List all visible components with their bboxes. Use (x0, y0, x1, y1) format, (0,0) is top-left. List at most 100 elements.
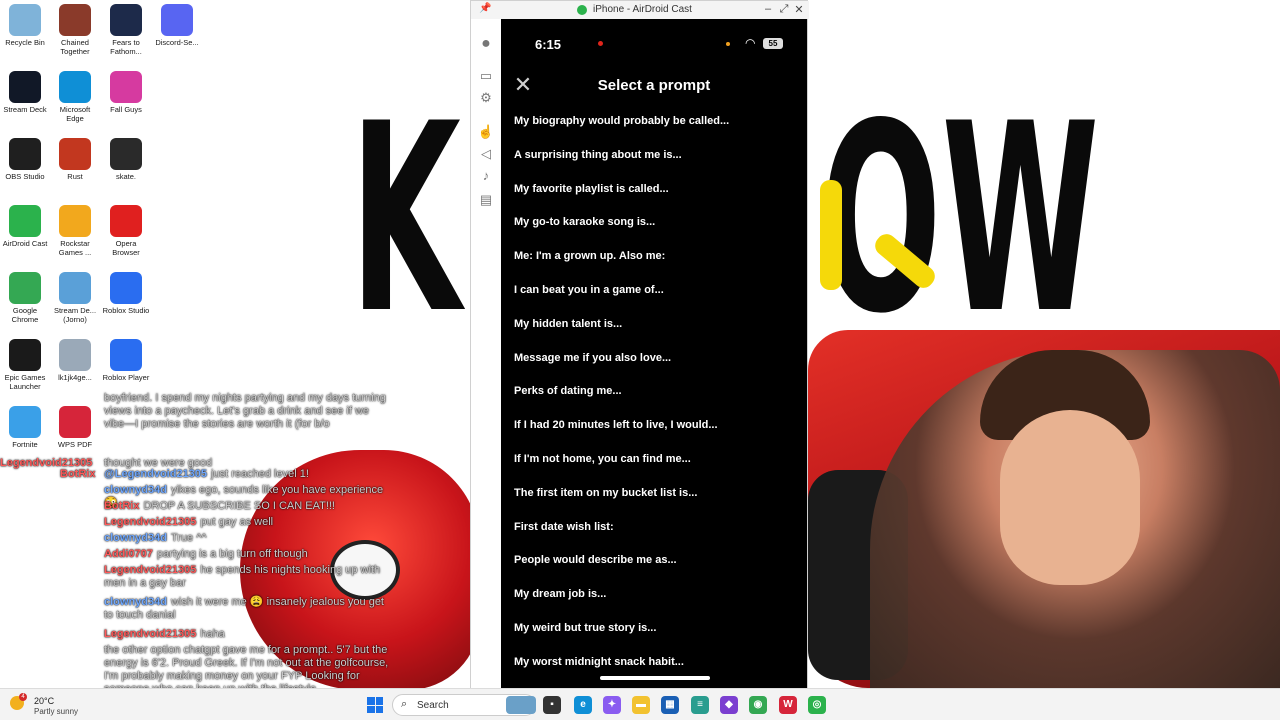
prompt-option[interactable]: Me: I'm a grown up. Also me: (514, 250, 665, 270)
mic-mute-icon[interactable]: ♪ (477, 167, 495, 185)
prompt-option[interactable]: First date wish list: (514, 521, 614, 541)
taskbar: 4 20°C Partly sunny ⌕ Search ▪ e ✦ ▬ ▦ ≡… (0, 688, 1280, 720)
desktop-icon[interactable]: Microsoft Edge (50, 67, 100, 123)
prompt-option[interactable]: My go-to karaoke song is... (514, 216, 655, 236)
fullscreen-icon[interactable]: ▤ (477, 191, 495, 209)
phone-screen: 6:15 ◠ 55 ✕ Select a prompt My biography… (501, 19, 807, 688)
window-title: iPhone - AirDroid Cast (593, 4, 692, 15)
roblox-icon (110, 339, 142, 371)
desktop-icon-label: Discord-Se... (155, 38, 199, 47)
wps-icon[interactable]: W (779, 696, 797, 714)
desktop-icon-label: Epic Games Launcher (4, 373, 46, 391)
prompt-option[interactable]: People would describe me as... (514, 554, 677, 574)
chat-text: boyfriend. I spend my nights partying an… (104, 392, 386, 430)
desktop-icon-label: Rust (67, 172, 83, 181)
chat-username: Addi0707 (104, 548, 153, 560)
edge-icon (59, 71, 91, 103)
desktop-icon[interactable]: Fall Guys (101, 67, 151, 114)
window-titlebar[interactable]: 📌 iPhone - AirDroid Cast – ⤢ ✕ (471, 1, 809, 19)
desktop-icon[interactable]: Rockstar Games ... (50, 201, 100, 257)
desktop-icon[interactable]: lk1jk4ge... (50, 335, 100, 382)
screen-icon[interactable]: ▭ (477, 67, 495, 85)
desktop-icon[interactable]: Fears to Fathom... (101, 0, 151, 56)
prompt-option[interactable]: My dream job is... (514, 588, 606, 608)
recording-dot-icon (598, 41, 603, 46)
prompt-option[interactable]: If I'm not home, you can find me... (514, 453, 691, 473)
start-button[interactable] (367, 697, 383, 713)
file-explorer-icon[interactable]: ▬ (632, 696, 650, 714)
prompt-option[interactable]: Message me if you also love... (514, 352, 671, 372)
desktop-icon[interactable]: Recycle Bin (0, 0, 50, 47)
desktop-icon[interactable]: Rust (50, 134, 100, 181)
desktop-icon-label: Fears to Fathom... (110, 38, 142, 56)
weather-condition: Partly sunny (34, 707, 79, 716)
chat-text: DROP A SUBSCRIBE SO I CAN EAT!!! (143, 500, 335, 512)
prompt-option[interactable]: If I had 20 minutes left to live, I woul… (514, 419, 718, 439)
desktop-icon[interactable]: skate. (101, 134, 151, 181)
airdroid-icon[interactable]: ◎ (808, 696, 826, 714)
desktop-icon[interactable]: AirDroid Cast (0, 201, 50, 248)
prompt-option[interactable]: The first item on my bucket list is... (514, 487, 697, 507)
screen-title: Select a prompt (597, 77, 711, 94)
prompt-option[interactable]: My favorite playlist is called... (514, 183, 669, 203)
app-icon[interactable]: ◆ (720, 696, 738, 714)
chat-message: Legendvoid21305 he spends his nights hook… (104, 564, 390, 590)
search-highlight-icon[interactable] (506, 696, 536, 714)
maximize-button[interactable]: ⤢ (777, 3, 791, 16)
desktop-icon[interactable]: Chained Together (50, 0, 100, 56)
discord-icon (161, 4, 193, 36)
speaker-mute-icon[interactable]: ◁ (477, 145, 495, 163)
prompt-option[interactable]: My weird but true story is... (514, 622, 656, 642)
desktop-icon[interactable]: Epic Games Launcher (0, 335, 50, 391)
store-icon[interactable]: ▦ (661, 696, 679, 714)
chat-text: haha (200, 628, 225, 640)
task-view-icon[interactable]: ▪ (543, 696, 561, 714)
chat-message: Addi0707 partying is a big turn off thoug… (104, 548, 390, 561)
game-icon (59, 138, 91, 170)
chat-text: partying is a big turn off though (156, 548, 308, 560)
desktop-icon-label: skate. (115, 172, 136, 181)
obs-icon (9, 138, 41, 170)
notes-icon[interactable]: ≡ (691, 696, 709, 714)
chrome-icon (9, 272, 41, 304)
touch-control-icon[interactable]: ☝ (477, 123, 495, 141)
copilot-icon[interactable]: ✦ (603, 696, 621, 714)
search-icon: ⌕ (401, 698, 408, 710)
pin-icon[interactable]: 📌 (479, 3, 491, 14)
prompt-option[interactable]: I can beat you in a game of... (514, 284, 664, 304)
desktop-icon[interactable]: Discord-Se... (152, 0, 202, 47)
airdroid-toolbar: ● ▭ ⚙ ☝ ◁ ♪ ▤ (471, 19, 501, 689)
desktop-icon[interactable]: Opera Browser (101, 201, 151, 257)
chat-message: Legendvoid21305 haha (104, 628, 390, 641)
chat-overlay: boyfriend. I spend my nights partying an… (0, 392, 390, 688)
desktop-icon[interactable]: Roblox Studio (101, 268, 151, 315)
desktop-icon-label: Rockstar Games ... (58, 239, 92, 257)
chrome-icon[interactable]: ◉ (749, 696, 767, 714)
minimize-button[interactable]: – (761, 3, 775, 15)
desktop-icon-label: Roblox Player (102, 373, 150, 382)
chat-message: BotRix (60, 468, 390, 481)
chat-username: clownyd34d (104, 532, 167, 544)
desktop-icon[interactable]: Stream Deck (0, 67, 50, 114)
desktop-icon[interactable]: Google Chrome (0, 268, 50, 324)
edge-icon[interactable]: e (574, 696, 592, 714)
prompt-option[interactable]: Perks of dating me... (514, 385, 622, 405)
desktop-icon-label: Roblox Studio (102, 306, 150, 315)
desktop-icon[interactable]: OBS Studio (0, 134, 50, 181)
chat-message: boyfriend. I spend my nights partying an… (104, 392, 390, 431)
chat-username: Legendvoid21305 (104, 516, 197, 528)
prompt-option[interactable]: My biography would probably be called... (514, 115, 729, 135)
prompt-option[interactable]: My worst midnight snack habit... (514, 656, 684, 676)
desktop-icon-label: Stream Deck (3, 105, 47, 114)
close-button[interactable]: ✕ (792, 3, 806, 16)
prompt-option[interactable]: My hidden talent is... (514, 318, 622, 338)
desktop-icon[interactable]: Roblox Player (101, 335, 151, 382)
weather-widget[interactable]: 4 20°C Partly sunny (10, 693, 100, 717)
account-icon[interactable]: ● (477, 35, 495, 53)
prompt-option[interactable]: A surprising thing about me is... (514, 149, 682, 169)
desktop-icon[interactable]: Stream De... (Jorno) (50, 268, 100, 324)
settings-icon[interactable]: ⚙ (477, 89, 495, 107)
home-indicator[interactable] (600, 676, 710, 680)
opera-icon (110, 205, 142, 237)
battery-indicator: 55 (763, 38, 783, 49)
